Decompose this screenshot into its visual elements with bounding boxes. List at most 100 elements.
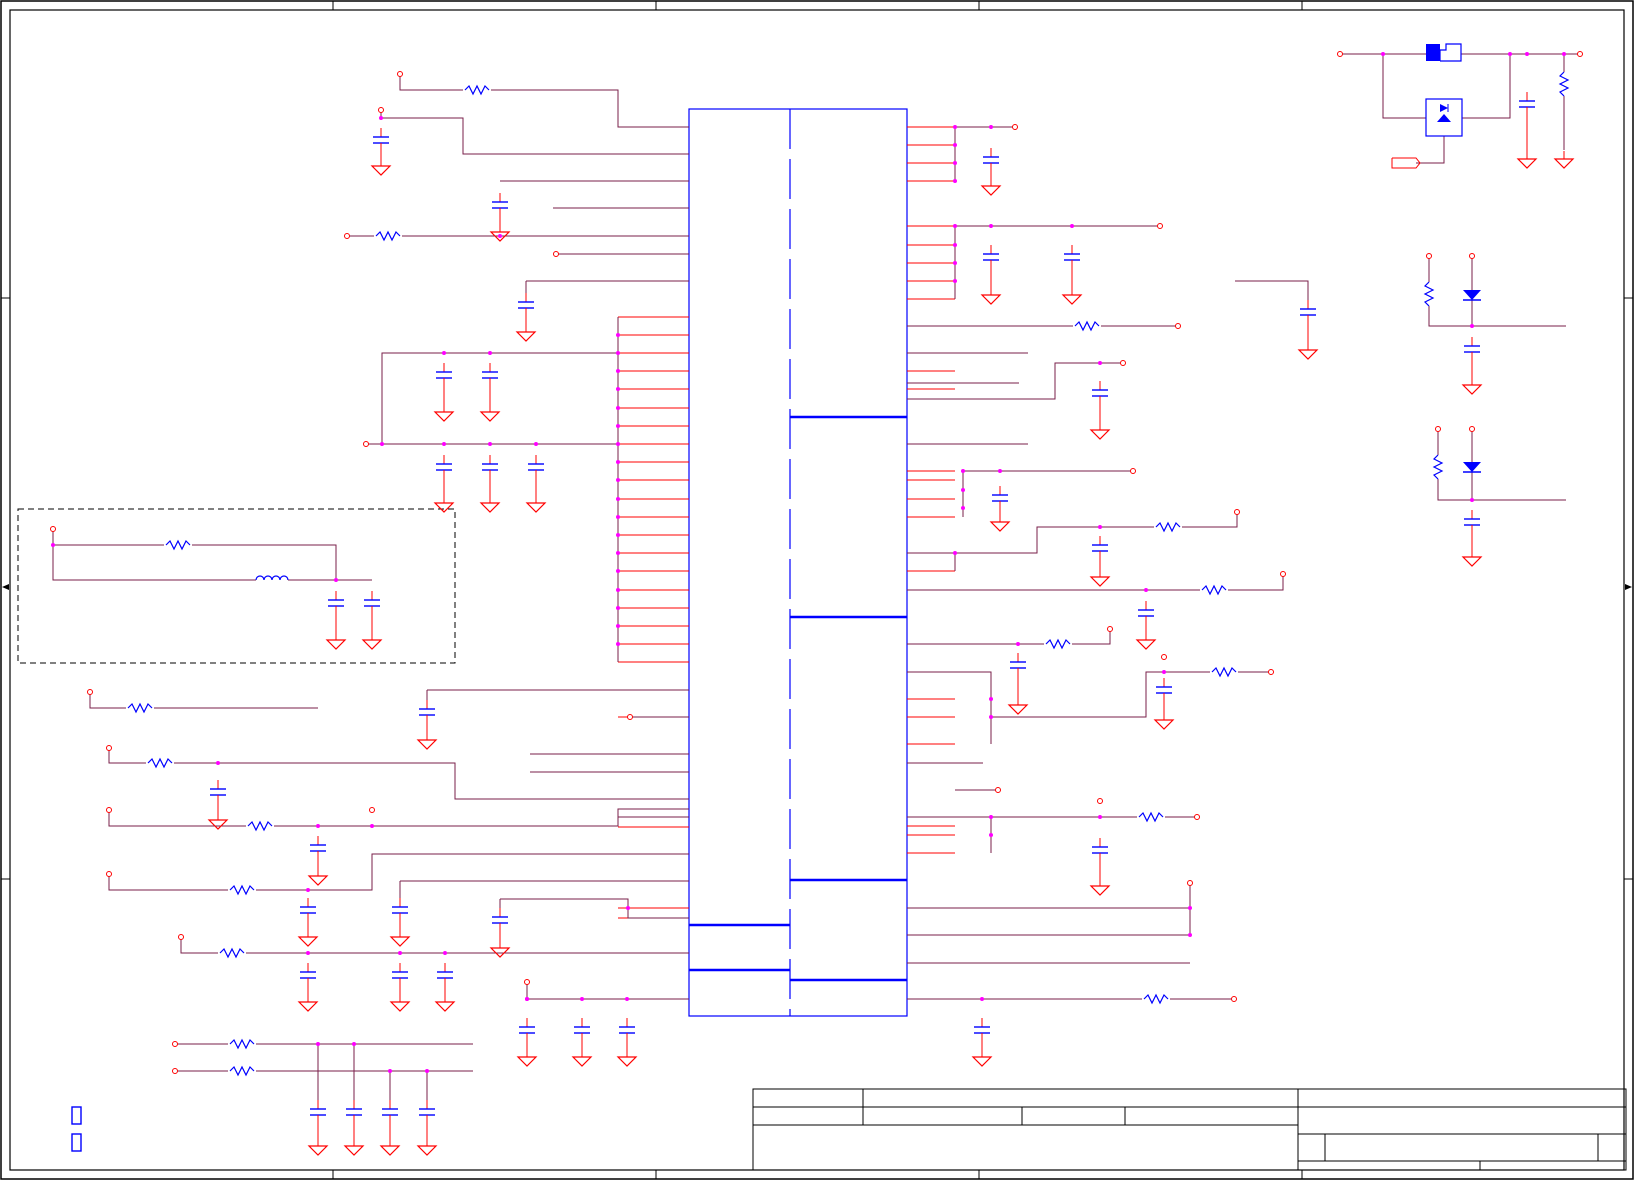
net-terminal[interactable] <box>1107 626 1113 632</box>
capacitor[interactable] <box>1091 380 1109 406</box>
ground-symbol[interactable] <box>417 1137 437 1156</box>
capacitor[interactable] <box>363 590 381 616</box>
capacitor[interactable] <box>973 1017 991 1043</box>
ground-symbol[interactable] <box>1136 631 1156 650</box>
ground-symbol[interactable] <box>981 177 1001 196</box>
resistor[interactable] <box>1074 321 1100 331</box>
ground-symbol[interactable] <box>371 157 391 176</box>
capacitor[interactable] <box>618 1017 636 1043</box>
capacitor[interactable] <box>527 454 545 480</box>
capacitor[interactable] <box>982 147 1000 173</box>
resistor[interactable] <box>229 885 255 895</box>
resistor[interactable] <box>1433 454 1443 480</box>
ground-symbol[interactable] <box>981 286 1001 305</box>
ground-symbol[interactable] <box>572 1048 592 1067</box>
capacitor[interactable] <box>517 292 535 318</box>
net-terminal[interactable] <box>995 787 1001 793</box>
ground-symbol[interactable] <box>344 1137 364 1156</box>
net-terminal[interactable] <box>178 934 184 940</box>
net-terminal[interactable] <box>1175 323 1181 329</box>
ground-symbol[interactable] <box>1462 376 1482 395</box>
net-terminal[interactable] <box>106 807 112 813</box>
capacitor[interactable] <box>435 454 453 480</box>
net-terminal[interactable] <box>106 745 112 751</box>
capacitor[interactable] <box>1518 91 1536 117</box>
net-terminal[interactable] <box>524 979 530 985</box>
resistor[interactable] <box>219 948 245 958</box>
resistor[interactable] <box>229 1039 255 1049</box>
capacitor[interactable] <box>327 590 345 616</box>
capacitor[interactable] <box>381 1099 399 1125</box>
resistor[interactable] <box>1045 639 1071 649</box>
capacitor[interactable] <box>299 962 317 988</box>
ground-symbol[interactable] <box>1090 421 1110 440</box>
net-terminal[interactable] <box>106 871 112 877</box>
resistor[interactable] <box>165 540 191 550</box>
net-terminal[interactable] <box>1097 798 1103 804</box>
capacitor[interactable] <box>491 907 509 933</box>
net-terminal[interactable] <box>397 71 403 77</box>
net-terminal[interactable] <box>172 1041 178 1047</box>
capacitor[interactable] <box>391 897 409 923</box>
net-terminal[interactable] <box>1469 426 1475 432</box>
capacitor[interactable] <box>345 1099 363 1125</box>
ground-symbol[interactable] <box>362 631 382 650</box>
net-terminal[interactable] <box>369 807 375 813</box>
capacitor[interactable] <box>299 897 317 923</box>
capacitor[interactable] <box>418 1099 436 1125</box>
capacitor[interactable] <box>518 1017 536 1043</box>
net-terminal[interactable] <box>553 251 559 257</box>
capacitor[interactable] <box>573 1017 591 1043</box>
main-ic[interactable] <box>688 108 908 1017</box>
net-terminal[interactable] <box>1435 426 1441 432</box>
ground-symbol[interactable] <box>1090 877 1110 896</box>
resistor[interactable] <box>1559 71 1569 97</box>
ground-symbol[interactable] <box>516 323 536 342</box>
capacitor[interactable] <box>1137 600 1155 626</box>
net-terminal[interactable] <box>172 1068 178 1074</box>
resistor[interactable] <box>127 703 153 713</box>
capacitor[interactable] <box>418 699 436 725</box>
ground-symbol[interactable] <box>490 939 510 958</box>
ground-symbol[interactable] <box>1298 341 1318 360</box>
net-terminal[interactable] <box>1268 669 1274 675</box>
capacitor[interactable] <box>372 127 390 153</box>
ground-symbol[interactable] <box>526 494 546 513</box>
capacitor[interactable] <box>1063 244 1081 270</box>
net-terminal[interactable] <box>1194 814 1200 820</box>
ground-symbol[interactable] <box>1462 548 1482 567</box>
net-terminal[interactable] <box>1469 253 1475 259</box>
ground-symbol[interactable] <box>490 223 510 242</box>
net-terminal[interactable] <box>87 689 93 695</box>
capacitor[interactable] <box>436 962 454 988</box>
resistor[interactable] <box>1155 522 1181 532</box>
resistor[interactable] <box>1424 281 1434 307</box>
capacitor[interactable] <box>309 1099 327 1125</box>
diode-1[interactable] <box>1463 290 1481 301</box>
ground-symbol[interactable] <box>972 1048 992 1067</box>
capacitor[interactable] <box>1299 299 1317 325</box>
capacitor[interactable] <box>481 362 499 388</box>
net-terminal[interactable] <box>1234 509 1240 515</box>
capacitor[interactable] <box>1463 509 1481 535</box>
capacitor[interactable] <box>1009 652 1027 678</box>
capacitor[interactable] <box>991 485 1009 511</box>
capacitor[interactable] <box>1091 837 1109 863</box>
ground-symbol[interactable] <box>308 867 328 886</box>
resistor[interactable] <box>247 821 273 831</box>
net-terminal[interactable] <box>1157 223 1163 229</box>
net-terminal[interactable] <box>1120 360 1126 366</box>
ground-symbol[interactable] <box>434 403 454 422</box>
voltage-regulator[interactable] <box>1425 43 1463 137</box>
net-terminal[interactable] <box>1231 996 1237 1002</box>
ground-symbol[interactable] <box>1008 696 1028 715</box>
resistor[interactable] <box>229 1066 255 1076</box>
capacitor[interactable] <box>309 835 327 861</box>
ground-symbol[interactable] <box>298 993 318 1012</box>
ground-symbol[interactable] <box>380 1137 400 1156</box>
resistor[interactable] <box>464 85 490 95</box>
net-terminal[interactable] <box>50 526 56 532</box>
net-terminal[interactable] <box>1280 571 1286 577</box>
ground-symbol[interactable] <box>417 731 437 750</box>
capacitor[interactable] <box>1091 535 1109 561</box>
